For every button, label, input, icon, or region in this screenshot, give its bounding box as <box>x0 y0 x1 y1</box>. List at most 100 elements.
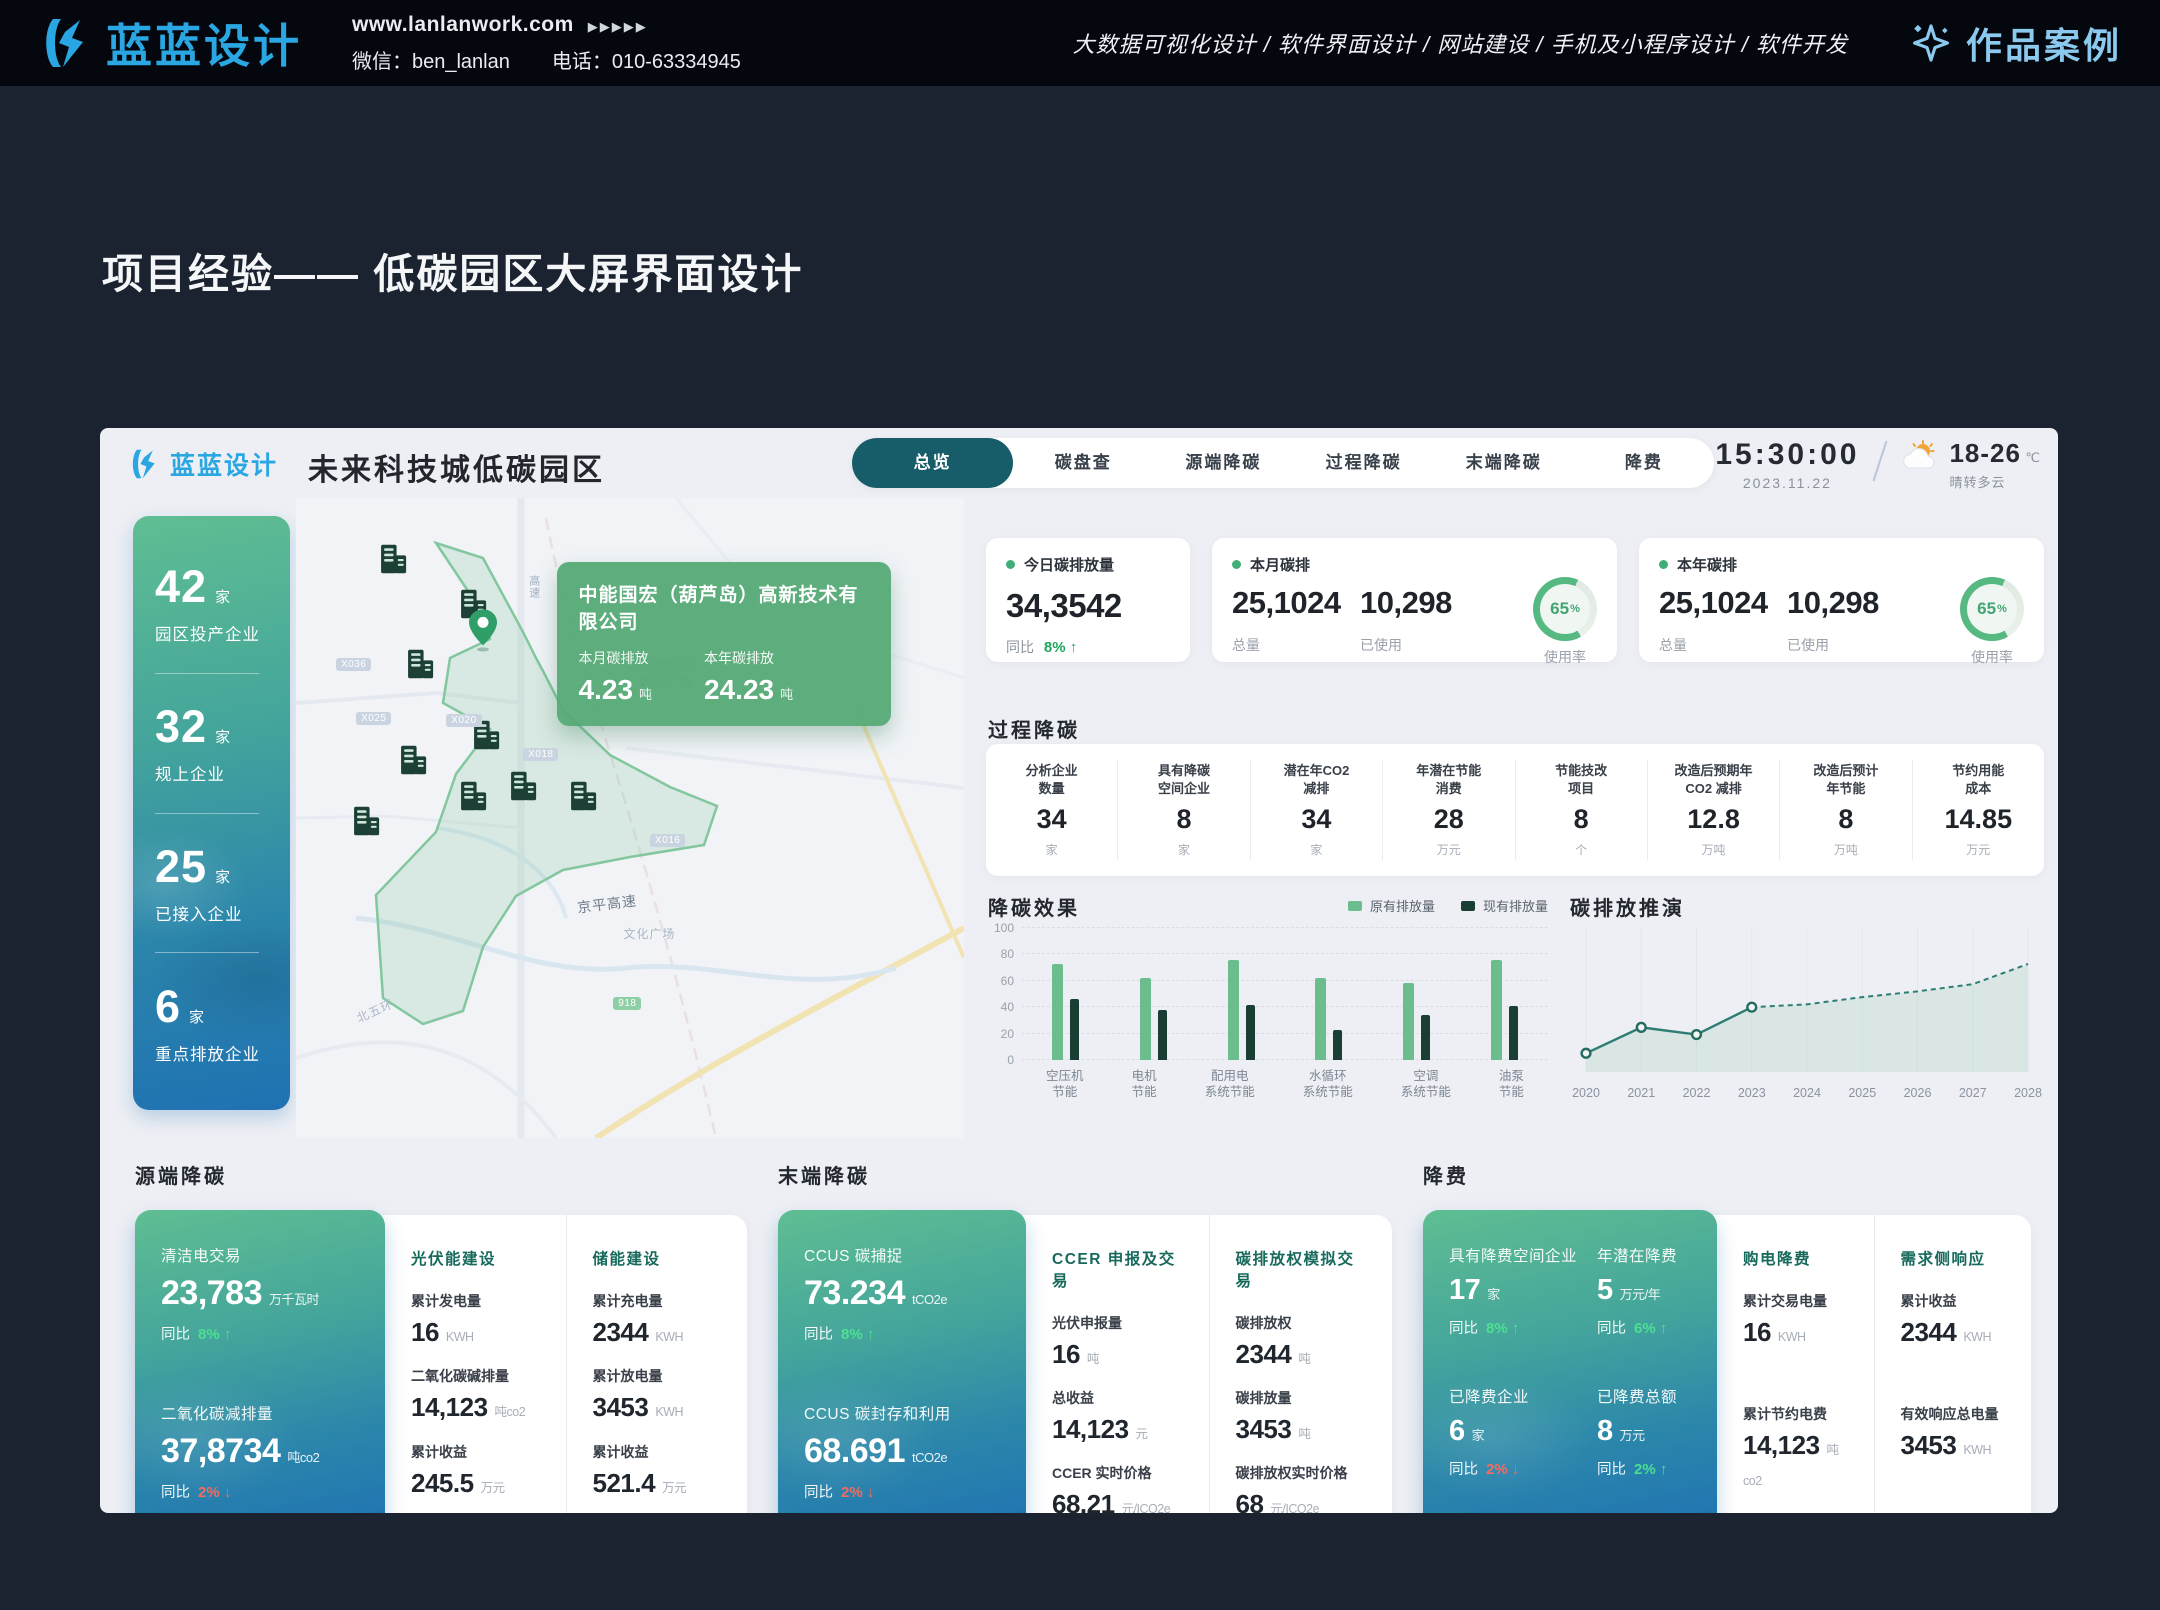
company-building-marker[interactable] <box>565 780 601 811</box>
bar-group <box>1052 928 1079 1060</box>
gradient-stat-label: 二氧化碳减排量 <box>161 1402 359 1424</box>
year-axis-label: 2022 <box>1683 1086 1711 1100</box>
column-metric: 累计充电量 2344KWH <box>593 1291 722 1348</box>
company-map-tooltip[interactable]: 中能国宏（葫芦岛）高新技术有限公司 本月碳排放 4.23吨本年碳排放 24.23… <box>557 562 891 726</box>
metric-label: 总收益 <box>1052 1388 1183 1408</box>
gradient-stat-yoy: 同比8% ↑ <box>1449 1317 1577 1338</box>
gradient-stat-yoy: 同比8% ↑ <box>161 1323 359 1344</box>
portfolio-link[interactable]: 作品案例 <box>1910 17 2122 69</box>
tab-源端降碳[interactable]: 源端降碳 <box>1153 438 1293 488</box>
gradient-stat-value: 17家 <box>1449 1274 1577 1307</box>
company-building-marker[interactable] <box>402 649 438 680</box>
tooltip-metric-label: 本年碳排放 <box>704 648 793 668</box>
column-title: CCER 申报及交易 <box>1052 1247 1183 1291</box>
year-axis-label: 2024 <box>1793 1086 1821 1100</box>
nav-tabs: 总览碳盘查源端降碳过程降碳末端降碳降费 <box>852 438 1714 488</box>
website-link[interactable]: www.lanlanwork.com <box>352 13 574 36</box>
gradient-stat-yoy: 同比6% ↑ <box>1597 1317 1691 1338</box>
legend-swatch <box>1348 901 1362 911</box>
column-metric: 累计节约电费 14,123吨co2 <box>1743 1404 1848 1499</box>
process-stat-label: 节约用能 成本 <box>1917 762 2040 797</box>
road-number-badge: X025 <box>356 712 391 725</box>
gradient-summary-card: 清洁电交易 23,783万千瓦时 同比8% ↑二氧化碳减排量 37,8734吨c… <box>135 1210 385 1513</box>
gradient-stat-label: CCUS 碳封存和利用 <box>804 1402 1000 1424</box>
sidebar-stat: 42家园区投产企业 <box>155 561 268 645</box>
temperature-range: 18-26 <box>1949 438 2021 468</box>
park-stats-sidebar: 42家园区投产企业32家规上企业25家已接入企业6家重点排放企业 <box>133 516 290 1110</box>
gradient-stat-value: 37,8734吨co2 <box>161 1432 359 1471</box>
section-title: 源端降碳 <box>135 1160 747 1189</box>
metric-label: 累计收益 <box>411 1442 540 1462</box>
column-metric: 总收益 14,123元 <box>1052 1388 1183 1445</box>
map-place-label: 北五环 <box>355 996 397 1026</box>
road-number-badge: X018 <box>523 748 558 761</box>
clock-weather: 15:30:00 2023.11.22 18-26 ℃ 晴转多云 <box>1715 438 2040 491</box>
process-stat: 年潜在节能 消费 28 万元 <box>1383 760 1515 860</box>
section-columns: CCER 申报及交易光伏申报量 16吨总收益 14,123元CCER 实时价格 … <box>1026 1215 1392 1513</box>
bar-原有排放量 <box>1403 983 1414 1060</box>
road-number-badge: X016 <box>650 834 685 847</box>
tab-过程降碳[interactable]: 过程降碳 <box>1294 438 1434 488</box>
column-metric: 二氧化碳碱排量 14,123吨co2 <box>411 1366 540 1423</box>
bar-现有排放量 <box>1070 999 1079 1060</box>
metric-value: 16KWH <box>1743 1317 1848 1348</box>
company-building-marker[interactable] <box>375 543 411 574</box>
clock-time: 15:30:00 <box>1715 438 1859 472</box>
column-metric: 累计放电量 3453KWH <box>593 1366 722 1423</box>
gradient-stat-value: 23,783万千瓦时 <box>161 1274 359 1313</box>
metric-value: 2344吨 <box>1236 1339 1367 1370</box>
road-number-badge: X036 <box>336 658 371 671</box>
dashboard-title: 未来科技城低碳园区 <box>308 445 605 489</box>
section-columns: 购电降费累计交易电量 16KWH累计节约电费 14,123吨co2需求侧响应累计… <box>1717 1215 2031 1513</box>
green-dot-icon <box>1659 560 1668 569</box>
bar-现有排放量 <box>1333 1030 1342 1060</box>
tab-碳盘查[interactable]: 碳盘查 <box>1013 438 1153 488</box>
process-stat-value: 14.85 <box>1917 804 2040 835</box>
tooltip-metric-value: 4.23吨 <box>579 674 653 706</box>
column-metric: 累计收益 521.4万元 <box>593 1442 722 1499</box>
metric-value: 245.5万元 <box>411 1468 540 1499</box>
process-stat: 节能技改 项目 8 个 <box>1516 760 1648 860</box>
metric-label: 累计收益 <box>593 1442 722 1462</box>
process-stat-label: 具有降碳 空间企业 <box>1122 762 1245 797</box>
bar-group <box>1315 928 1342 1060</box>
stat-label: 重点排放企业 <box>155 1041 268 1065</box>
metric-value: 16KWH <box>411 1317 540 1348</box>
process-stat-unit: 家 <box>1122 841 1245 858</box>
stat-value: 25 <box>155 841 207 892</box>
kpi-today-label: 今日碳排放量 <box>1024 554 1114 575</box>
company-logo-text: 蓝蓝设计 <box>106 10 302 76</box>
selected-location-pin-icon[interactable] <box>466 609 500 653</box>
tab-末端降碳[interactable]: 末端降碳 <box>1434 438 1574 488</box>
company-building-marker[interactable] <box>455 780 491 811</box>
bottom-sections: 源端降碳清洁电交易 23,783万千瓦时 同比8% ↑二氧化碳减排量 37,87… <box>135 1160 2031 1513</box>
company-building-marker[interactable] <box>505 771 541 802</box>
process-stat-label: 改造后预期年 CO2 减排 <box>1652 762 1775 797</box>
metric-value: 14,123吨co2 <box>411 1392 540 1423</box>
company-building-marker[interactable] <box>348 806 384 837</box>
divider <box>155 952 259 953</box>
x-axis-category-label: 空调 系统节能 <box>1401 1068 1451 1101</box>
process-stat-label: 年潜在节能 消费 <box>1387 762 1510 797</box>
gradient-stat-yoy: 同比2% ↑ <box>1597 1458 1691 1479</box>
gradient-stat-yoy: 同比2% ↓ <box>1449 1458 1577 1479</box>
column-metric: 碳排放权实时价格 68元/ICO2e <box>1236 1463 1367 1513</box>
gradient-stat-yoy: 同比2% ↓ <box>161 1481 359 1502</box>
tooltip-metric: 本年碳排放 24.23吨 <box>704 648 793 706</box>
tab-总览[interactable]: 总览 <box>852 438 1013 488</box>
company-building-marker[interactable] <box>395 745 431 776</box>
metric-label: 累计交易电量 <box>1743 1291 1848 1311</box>
tab-降费[interactable]: 降费 <box>1574 438 1714 488</box>
metric-label: CCER 实时价格 <box>1052 1463 1183 1483</box>
gradient-stat: CCUS 碳捕捉 73.234tCO2e 同比8% ↑ <box>804 1244 1000 1344</box>
kpi-label: 本年碳排 <box>1677 554 1737 575</box>
process-stat: 分析企业 数量 34 家 <box>986 760 1118 860</box>
stat-unit: 家 <box>215 729 230 746</box>
section-末端降碳: 末端降碳CCUS 碳捕捉 73.234tCO2e 同比8% ↑CCUS 碳封存和… <box>778 1160 1392 1513</box>
x-axis-category-label: 空压机 节能 <box>1046 1068 1084 1101</box>
metric-column: 储能建设累计充电量 2344KWH累计放电量 3453KWH累计收益 521.4… <box>566 1215 748 1513</box>
gradient-stat-label: CCUS 碳捕捉 <box>804 1244 1000 1266</box>
map-place-label: 高速 <box>526 575 540 599</box>
park-map[interactable]: 龙腾世纪 文化广场京平高速文化广场北五环高速X036X025X020X018X0… <box>296 498 964 1138</box>
metric-value: 14,123吨co2 <box>1743 1430 1848 1492</box>
